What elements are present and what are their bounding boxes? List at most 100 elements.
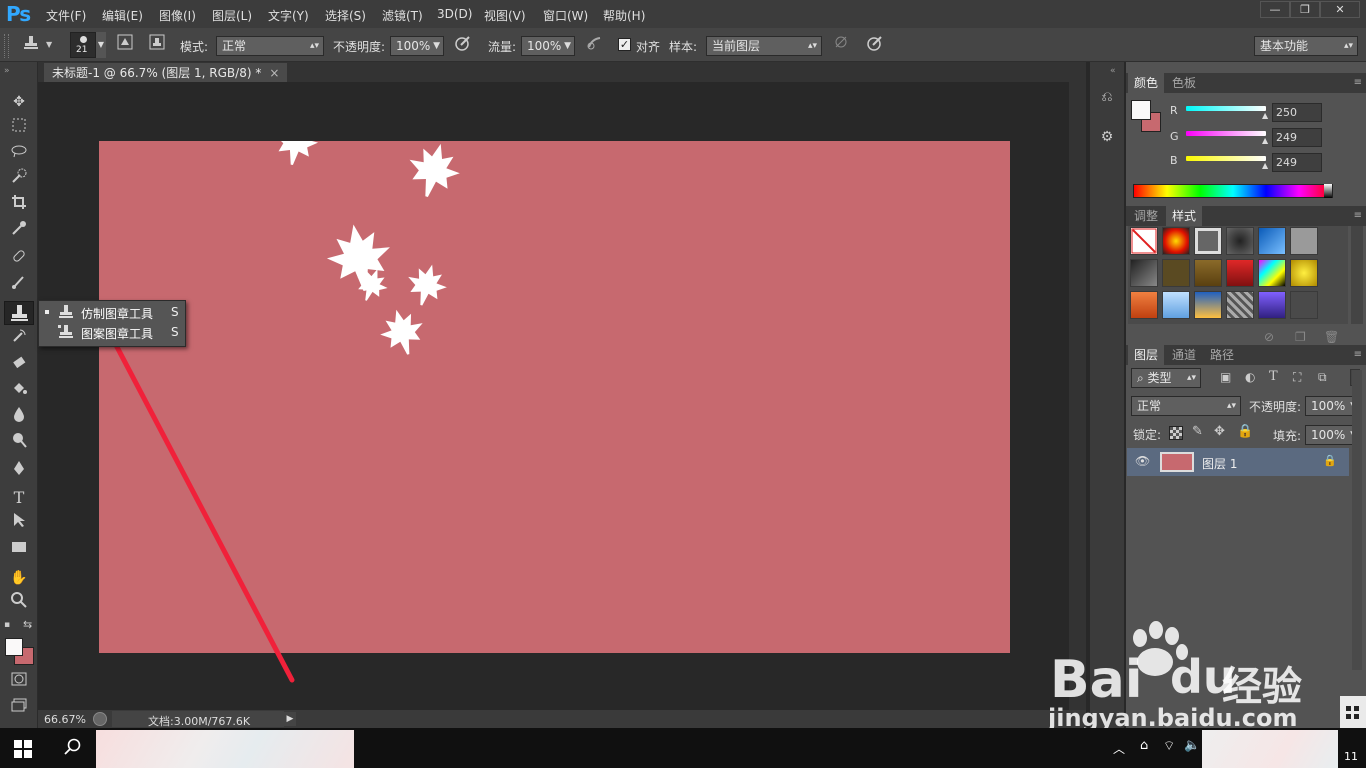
swap-colors-icon[interactable]: ⇆ [23, 618, 32, 631]
filter-type-icon[interactable]: T [1269, 369, 1278, 384]
style-swatch[interactable] [1258, 227, 1286, 255]
style-swatch[interactable] [1226, 291, 1254, 319]
eraser-tool-icon[interactable] [5, 354, 33, 378]
quick-selection-tool-icon[interactable] [5, 168, 33, 192]
menu-layer[interactable]: 图层(L) [212, 7, 252, 24]
menu-3d[interactable]: 3D(D) [437, 7, 472, 21]
taskbar-clock[interactable]: 11 [1344, 750, 1358, 763]
slider-handle-icon[interactable]: ▲ [1262, 161, 1268, 170]
pressure-size-icon[interactable] [864, 34, 886, 56]
collapse-strip-icon[interactable]: « [1110, 66, 1116, 76]
crop-tool-icon[interactable] [5, 194, 33, 218]
airbrush-icon[interactable] [584, 34, 606, 56]
pen-tool-icon[interactable] [5, 460, 33, 484]
style-swatch[interactable] [1162, 291, 1190, 319]
filter-smart-object-icon[interactable]: ⧉ [1318, 370, 1327, 385]
brush-panel-icon[interactable] [114, 34, 136, 56]
lock-position-icon[interactable]: ✥ [1214, 424, 1225, 439]
filter-pixel-icon[interactable]: ▣ [1220, 370, 1231, 384]
tab-layers[interactable]: 图层 [1128, 345, 1165, 365]
wifi-icon[interactable]: ⌔ [1163, 738, 1175, 754]
filter-shape-icon[interactable]: ⛶ [1293, 370, 1301, 385]
preset-chevron-icon[interactable]: ▼ [46, 40, 52, 49]
move-tool-icon[interactable]: ✥ [5, 90, 33, 114]
layer-name[interactable]: 图层 1 [1202, 455, 1237, 472]
tab-swatches[interactable]: 色板 [1166, 73, 1202, 93]
quick-mask-icon[interactable] [5, 670, 33, 694]
history-panel-icon[interactable]: ⎌ [1096, 86, 1118, 108]
style-swatch[interactable] [1194, 227, 1222, 255]
style-swatch[interactable] [1130, 291, 1158, 319]
style-swatch[interactable] [1258, 259, 1286, 287]
document-tab[interactable]: 未标题-1 @ 66.7% (图层 1, RGB/8) * × [44, 63, 288, 82]
blur-tool-icon[interactable] [5, 406, 33, 430]
menu-file[interactable]: 文件(F) [46, 7, 86, 24]
tab-channels[interactable]: 通道 [1166, 345, 1202, 365]
zoom-tool-icon[interactable] [5, 592, 33, 616]
windows-start-icon[interactable] [14, 740, 32, 761]
menu-select[interactable]: 选择(S) [325, 7, 366, 24]
brush-tool-icon[interactable] [5, 274, 33, 298]
panel-menu-icon[interactable]: ≡ [1354, 77, 1362, 88]
zoom-level[interactable]: 66.67% [44, 713, 86, 726]
menu-filter[interactable]: 滤镜(T) [382, 7, 423, 24]
path-selection-tool-icon[interactable] [5, 512, 33, 536]
flow-input[interactable]: 100% ▼ [521, 36, 575, 56]
tab-paths[interactable]: 路径 [1204, 345, 1240, 365]
menu-help[interactable]: 帮助(H) [603, 7, 645, 24]
eyedropper-tool-icon[interactable] [5, 220, 33, 244]
properties-panel-icon[interactable]: ⚙ [1096, 126, 1118, 148]
vertical-scrollbar[interactable] [1069, 82, 1086, 710]
opacity-input[interactable]: 100% ▼ [390, 36, 444, 56]
style-none[interactable] [1130, 227, 1158, 255]
trash-icon[interactable]: 🗑 [1324, 330, 1339, 344]
lasso-tool-icon[interactable] [5, 142, 33, 166]
color-foreground-swatch[interactable] [1131, 100, 1151, 120]
r-slider[interactable] [1186, 106, 1266, 111]
slider-handle-icon[interactable]: ▲ [1262, 111, 1268, 120]
style-swatch[interactable] [1258, 291, 1286, 319]
taskbar-thumbnail[interactable] [96, 730, 354, 768]
rectangle-tool-icon[interactable] [5, 538, 33, 562]
restore-button[interactable]: ❐ [1290, 1, 1320, 18]
mode-select[interactable]: 正常 ▴▾ [216, 36, 324, 56]
styles-scrollbar[interactable] [1351, 226, 1363, 324]
b-value-input[interactable]: 249 [1272, 153, 1322, 172]
status-info-icon[interactable] [93, 712, 107, 726]
blend-mode-select[interactable]: 正常 ▴▾ [1131, 396, 1241, 416]
style-swatch[interactable] [1162, 259, 1190, 287]
style-swatch[interactable] [1290, 259, 1318, 287]
volume-icon[interactable]: 🔈 [1184, 738, 1200, 753]
close-tab-icon[interactable]: × [269, 66, 279, 80]
foreground-color-swatch[interactable] [5, 638, 23, 656]
tab-adjustments[interactable]: 调整 [1128, 206, 1164, 226]
panel-menu-icon[interactable]: ≡ [1354, 349, 1362, 360]
status-menu-arrow-icon[interactable]: ▶ [284, 712, 296, 726]
healing-brush-tool-icon[interactable] [5, 248, 33, 272]
workspace-select[interactable]: 基本功能 ▴▾ [1254, 36, 1358, 56]
history-brush-tool-icon[interactable] [5, 328, 33, 352]
style-swatch[interactable] [1130, 259, 1158, 287]
clone-stamp-tool-active[interactable] [4, 301, 34, 325]
clear-style-icon[interactable]: ⊘ [1264, 330, 1274, 344]
menu-edit[interactable]: 编辑(E) [102, 7, 143, 24]
new-style-icon[interactable]: ❐ [1295, 330, 1306, 344]
lock-transparent-icon[interactable] [1169, 426, 1183, 440]
pressure-opacity-icon[interactable] [452, 34, 474, 56]
layer-filter-select[interactable]: ⌕ 类型 ▴▾ [1131, 368, 1201, 388]
chevron-up-icon[interactable]: ︿ [1113, 740, 1125, 757]
collapse-tools-icon[interactable]: » [4, 66, 10, 76]
g-slider[interactable] [1186, 131, 1266, 136]
type-tool-icon[interactable]: T [5, 486, 33, 510]
menu-window[interactable]: 窗口(W) [543, 7, 588, 24]
ignore-adjustment-icon[interactable] [830, 34, 852, 56]
b-slider[interactable] [1186, 156, 1266, 161]
flyout-item-clone-stamp[interactable]: 仿制图章工具 S [41, 302, 185, 322]
tab-styles[interactable]: 样式 [1166, 206, 1203, 226]
slider-handle-icon[interactable]: ▲ [1262, 136, 1268, 145]
lock-pixels-icon[interactable]: ✎ [1192, 424, 1203, 439]
bw-ramp[interactable] [1324, 184, 1332, 198]
screen-mode-icon[interactable] [5, 696, 33, 720]
style-swatch[interactable] [1226, 259, 1254, 287]
style-swatch[interactable] [1290, 227, 1318, 255]
